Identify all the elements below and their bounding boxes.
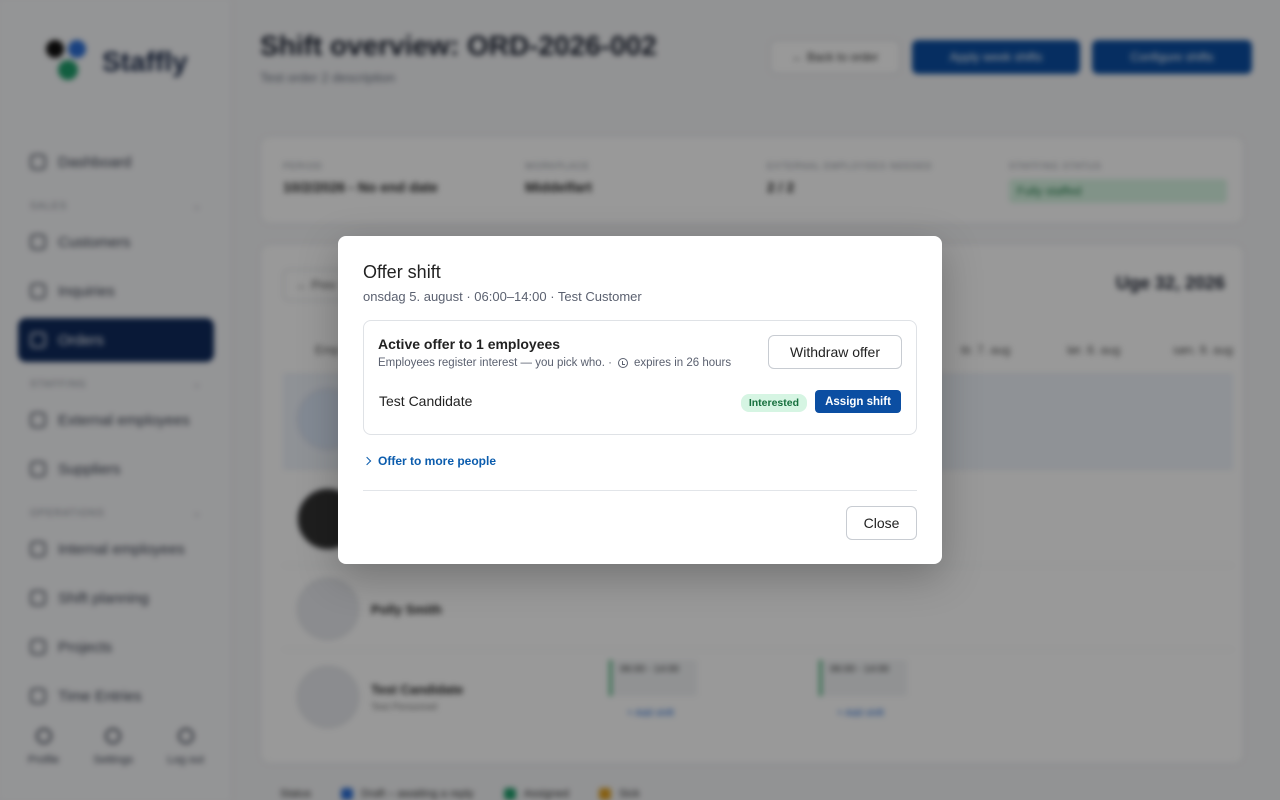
offer-shift-dialog: Offer shift onsdag 5. august · 06:00–14:… [338, 236, 942, 564]
offer-to-more-people-toggle[interactable]: Offer to more people [362, 454, 497, 468]
offer-meta: Employees register interest — you pick w… [378, 357, 731, 369]
chevron-right-icon [362, 456, 372, 466]
offer-expiry: expires in 26 hours [633, 357, 732, 369]
offer-heading: Active offer to 1 employees [378, 336, 561, 352]
status-badge: Interested [740, 394, 807, 412]
offer-meta-text: Employees register interest — you pick w… [378, 357, 612, 369]
dialog-subtitle: onsdag 5. august · 06:00–14:00 · Test Cu… [363, 289, 642, 304]
clock-icon [617, 358, 628, 368]
withdraw-offer-button[interactable]: Withdraw offer [768, 335, 902, 369]
close-button[interactable]: Close [846, 506, 917, 540]
divider [363, 490, 917, 491]
dialog-title: Offer shift [363, 262, 441, 282]
active-offer-card: Active offer to 1 employees Employees re… [363, 320, 917, 435]
candidate-name: Test Candidate [379, 393, 473, 409]
offer-more-label: Offer to more people [378, 454, 497, 468]
assign-shift-button[interactable]: Assign shift [815, 390, 901, 413]
